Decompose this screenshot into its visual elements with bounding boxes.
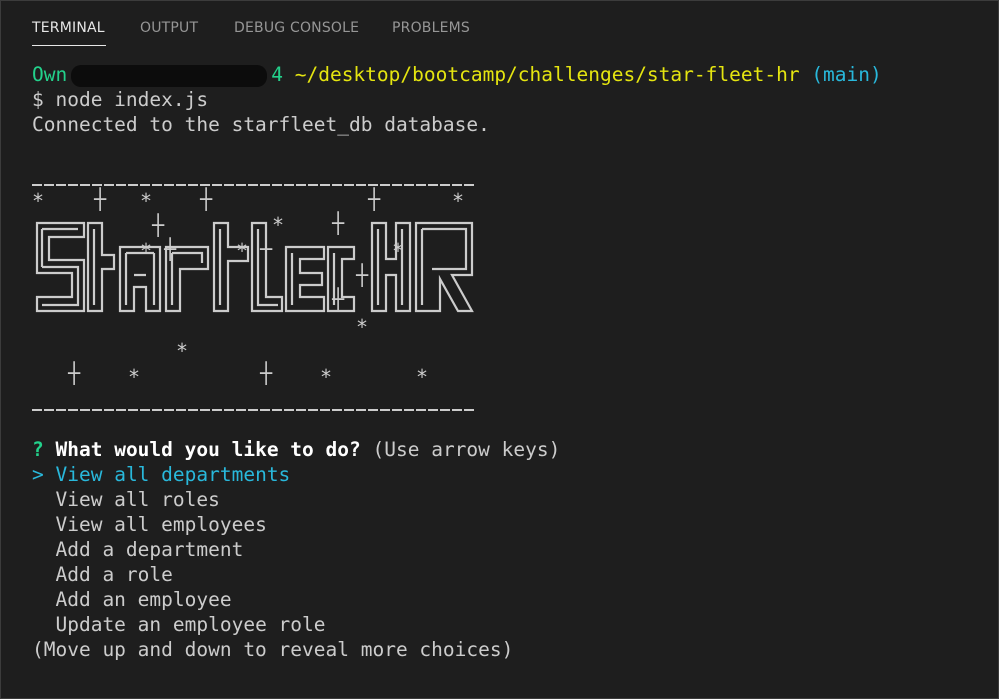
star-glyph: * [128,365,141,389]
redacted-hostname [71,64,268,87]
cross-glyph: ┼ [356,263,369,287]
tab-terminal[interactable]: TERMINAL [32,20,105,36]
cross-glyph: ┼ [164,237,177,261]
star-glyph: * [272,213,285,237]
cross-glyph: ┼ [260,237,273,261]
star-glyph: * [356,315,369,339]
tab-problems[interactable]: PROBLEMS [392,20,470,36]
starfleet-hr-ascii-banner: * ┼ * ┼ ┼ * ┼ * ┼ * ┼ * ┼ * ┼ ┼ * * ┼ * … [32,185,482,389]
cross-glyph: ┼ [68,361,81,385]
prompt-line: Own 4 ~/desktop/bootcamp/challenges/star-… [32,62,882,87]
cross-glyph: ┼ [152,213,165,237]
star-glyph: * [320,365,333,389]
star-glyph: * [416,365,429,389]
command-line: $ node index.js [32,88,209,111]
cross-glyph: ┼ [200,187,213,211]
prompt-host-fragment: 4 [271,63,283,86]
choice-view-all-roles[interactable]: View all roles [32,487,219,512]
choices-footer-hint: (Move up and down to reveal more choices… [32,638,514,661]
inquirer-question: ? What would you like to do? (Use arrow … [32,437,560,462]
prompt-user: Own [32,63,68,86]
star-glyph: * [32,189,45,213]
choice-add-employee[interactable]: Add an employee [32,587,231,612]
banner-bottom-rule [32,409,476,411]
choice-add-role[interactable]: Add a role [32,562,172,587]
cross-glyph: ┼ [332,287,345,311]
prompt-path: ~/desktop/bootcamp/challenges/star-fleet… [294,63,800,86]
banner-letters [35,221,474,313]
cross-glyph: ┼ [260,361,273,385]
star-glyph: * [140,239,153,263]
connection-message: Connected to the starfleet_db database. [32,113,490,136]
prompt-branch: (main) [811,63,882,86]
choice-view-all-departments[interactable]: > View all departments [32,462,290,487]
panel-tab-bar: TERMINAL OUTPUT DEBUG CONSOLE PROBLEMS [0,0,999,46]
star-glyph: * [452,189,465,213]
star-glyph: * [392,239,405,263]
cross-glyph: ┼ [368,187,381,211]
selection-pointer: > [32,463,44,486]
question-hint: (Use arrow keys) [372,438,561,461]
cross-glyph: ┼ [332,211,345,235]
tab-output[interactable]: OUTPUT [140,20,198,36]
choice-update-employee-role[interactable]: Update an employee role [32,612,325,637]
choice-view-all-employees[interactable]: View all employees [32,512,266,537]
cross-glyph: ┼ [94,187,107,211]
question-text: What would you like to do? [55,438,361,461]
star-glyph: * [176,339,189,363]
tab-debug-console[interactable]: DEBUG CONSOLE [234,20,359,36]
star-glyph: * [140,189,153,213]
choice-add-department[interactable]: Add a department [32,537,243,562]
active-tab-indicator [32,45,106,46]
star-glyph: * [236,239,249,263]
question-mark: ? [32,438,44,461]
